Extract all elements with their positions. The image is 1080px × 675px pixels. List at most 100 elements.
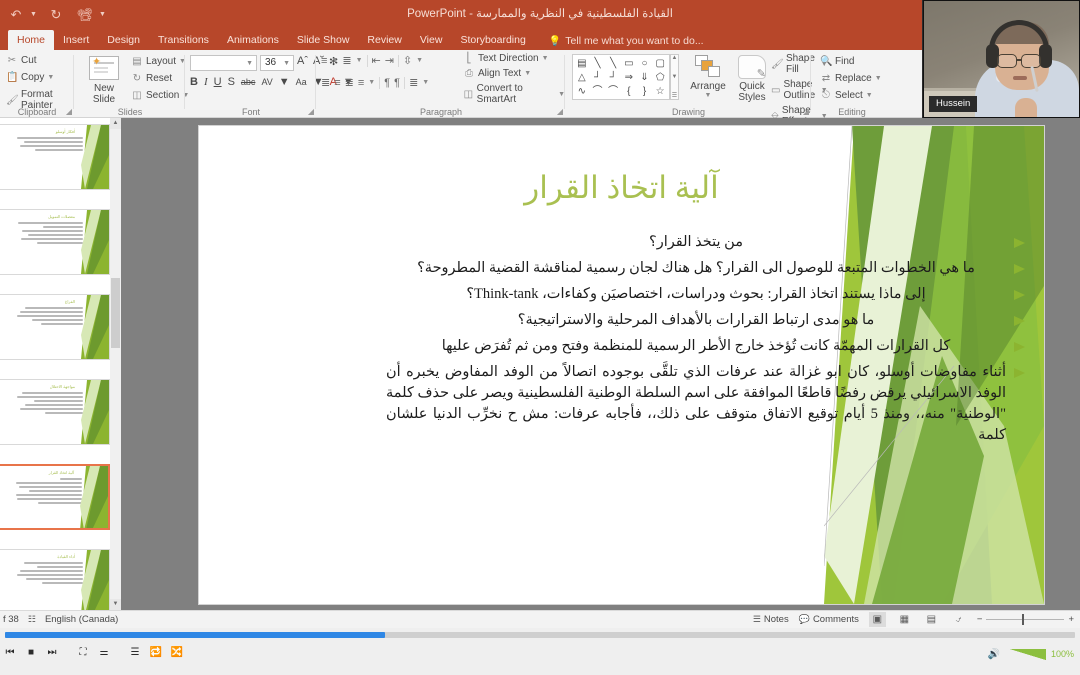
slideshow-icon[interactable]: ⍻ (950, 612, 967, 627)
previous-icon[interactable]: ⏮ (0, 642, 20, 662)
star-shape-icon[interactable]: ☆ (652, 85, 668, 99)
freeform-shape-icon[interactable]: ∿ (574, 85, 590, 99)
arc-shape-icon[interactable]: ⌒ (605, 85, 621, 99)
rectangle-shape-icon[interactable]: ▭ (621, 57, 637, 71)
zoom-track[interactable] (986, 614, 1065, 625)
tab-transitions[interactable]: Transitions (149, 30, 218, 50)
layout-button[interactable]: ▤ Layout ▼ (131, 56, 186, 67)
zoom-slider[interactable]: − + (977, 614, 1074, 625)
copy-button[interactable]: 📋 Copy ▼ (6, 72, 54, 83)
select-button[interactable]: ⎋ Select ▼ (820, 90, 873, 101)
slide-sorter-icon[interactable]: ▦ (896, 612, 913, 627)
tab-review[interactable]: Review (358, 30, 410, 50)
bold-button[interactable]: B (190, 76, 198, 88)
playback-seek-bar[interactable] (5, 632, 1075, 638)
equalizer-icon[interactable]: ⚌ (94, 642, 114, 662)
tab-insert[interactable]: Insert (54, 30, 98, 50)
shapes-more-icon[interactable]: ☰ (672, 92, 677, 99)
shuffle-icon[interactable]: 🔀 (167, 642, 187, 662)
strikethrough-button[interactable]: abc (241, 77, 256, 87)
tab-storyboarding[interactable]: Storyboarding (451, 30, 534, 50)
clipboard-dialog-launcher[interactable]: ◢ (66, 107, 72, 116)
slide-body-placeholder[interactable]: من يتخذ القرار؟ ما هي الخطوات المتبعة لل… (386, 232, 1026, 451)
zoom-in-button[interactable]: + (1068, 614, 1074, 625)
scroll-up-icon[interactable]: ▲ (110, 118, 121, 129)
slide-thumbnail-pane[interactable]: أفكار أوسلو معضلات التمويل الفراغ مواجهة… (0, 118, 121, 610)
zoom-out-button[interactable]: − (977, 614, 983, 625)
fullscreen-icon[interactable]: ⛶ (73, 642, 93, 662)
line-shape-icon[interactable]: ╲ (590, 57, 606, 71)
font-size-input[interactable]: 36 ▼ (260, 55, 294, 71)
find-button[interactable]: 🔍 Find (820, 56, 854, 67)
webcam-overlay[interactable]: Hussein (922, 0, 1080, 118)
bullets-dropdown-icon[interactable]: ▼ (331, 57, 338, 64)
tab-design[interactable]: Design (98, 30, 149, 50)
new-slide-button[interactable]: ✦ New Slide (81, 54, 127, 105)
rtl-direction-icon[interactable]: ¶ (394, 77, 400, 89)
rounded-rect-shape-icon[interactable]: ▢ (652, 57, 668, 71)
stop-icon[interactable]: ■ (21, 642, 41, 662)
language-label[interactable]: English (Canada) (45, 614, 118, 625)
thumbnail-slide-6[interactable]: أداء القيادة (0, 549, 110, 610)
select-dropdown-icon[interactable]: ▼ (866, 92, 873, 99)
text-shadow-button[interactable]: S (228, 76, 235, 88)
elbow-shape-icon[interactable]: ┘ (590, 71, 606, 85)
quick-styles-button[interactable]: Quick Styles (732, 53, 772, 103)
justify-icon[interactable]: ≡ (358, 77, 364, 89)
text-direction-button[interactable]: ⎣ Text Direction ▼ (463, 53, 565, 64)
shapes-gallery[interactable]: ▤ ╲ ╲ ▭ ○ ▢ △ ┘ ┘ ⇒ ⇓ ⬠ ∿ ⌒ ⌒ { } ☆ (572, 54, 670, 100)
increase-font-size-icon[interactable]: Aˆ (297, 55, 308, 68)
left-brace-shape-icon[interactable]: { (621, 85, 637, 99)
italic-button[interactable]: I (204, 76, 208, 88)
paragraph-dialog-launcher[interactable]: ◢ (557, 107, 563, 116)
tell-me-box[interactable]: 💡 Tell me what you want to do... (535, 30, 712, 50)
underline-button[interactable]: U (214, 76, 222, 88)
thumbnail-slide-5[interactable]: آلية اتخاذ القرار (0, 464, 110, 530)
speaker-icon[interactable]: 🔊 (984, 644, 1004, 664)
text-direction-dropdown-icon[interactable]: ▼ (542, 55, 549, 62)
convert-to-smartart-button[interactable]: ◫ Convert to SmartArt ▼ (463, 83, 565, 105)
decrease-indent-icon[interactable]: ⇤ (372, 54, 381, 67)
arrange-dropdown-icon[interactable]: ▼ (686, 92, 730, 99)
next-icon[interactable]: ⏭ (42, 642, 62, 662)
font-name-input[interactable]: ▼ (190, 55, 257, 71)
scroll-up-icon[interactable]: ▲ (672, 55, 678, 61)
notes-button[interactable]: ☰ Notes (753, 614, 789, 625)
bullets-icon[interactable]: ≡ (321, 55, 327, 67)
change-case-button[interactable]: Aa (296, 77, 307, 87)
thumbnail-slide-3[interactable]: الفراغ (0, 294, 110, 360)
increase-indent-icon[interactable]: ⇥ (385, 54, 394, 67)
elbow-arrow-shape-icon[interactable]: ┘ (605, 71, 621, 85)
line-spacing-icon[interactable]: ⇳ (403, 54, 412, 67)
triangle-shape-icon[interactable]: △ (574, 71, 590, 85)
loop-icon[interactable]: 🔁 (146, 642, 166, 662)
align-right-icon[interactable]: ≣ (345, 76, 354, 89)
shapes-gallery-scrollbar[interactable]: ▲ ▼ ☰ (670, 54, 679, 100)
comments-button[interactable]: 💬 Comments (799, 614, 859, 625)
oval-shape-icon[interactable]: ○ (637, 57, 653, 71)
tab-slide-show[interactable]: Slide Show (288, 30, 359, 50)
zoom-knob[interactable] (1022, 614, 1025, 625)
textbox-shape-icon[interactable]: ▤ (574, 57, 590, 71)
spell-check-icon[interactable]: ☷ (28, 614, 36, 625)
thumbnail-slide-2[interactable]: معضلات التمويل (0, 209, 110, 275)
ltr-direction-icon[interactable]: ¶ (384, 77, 390, 89)
slide-title[interactable]: آلية اتخاذ القرار (199, 170, 1044, 206)
copy-dropdown-icon[interactable]: ▼ (47, 74, 54, 81)
line-spacing-dropdown-icon[interactable]: ▼ (416, 57, 423, 64)
tab-home[interactable]: Home (8, 30, 55, 50)
playlist-icon[interactable]: ☰ (125, 642, 145, 662)
arrange-button[interactable]: Arrange ▼ (686, 53, 730, 99)
scroll-down-icon[interactable]: ▼ (672, 74, 678, 80)
font-size-dropdown-icon[interactable]: ▼ (283, 60, 290, 67)
numbering-icon[interactable]: ≣ (342, 54, 351, 67)
align-center-icon[interactable]: ≡ (334, 77, 340, 89)
reading-view-icon[interactable]: ▤ (923, 612, 940, 627)
pentagon-shape-icon[interactable]: ⬠ (652, 71, 668, 85)
font-dialog-launcher[interactable]: ◢ (308, 107, 314, 116)
columns-icon[interactable]: ≣ (409, 76, 418, 89)
character-spacing-dropdown-icon[interactable]: ▼ (279, 76, 290, 88)
reset-button[interactable]: ↻ Reset (131, 73, 172, 84)
normal-view-icon[interactable]: ▣ (868, 612, 886, 627)
cut-button[interactable]: ✂ Cut (6, 55, 37, 66)
